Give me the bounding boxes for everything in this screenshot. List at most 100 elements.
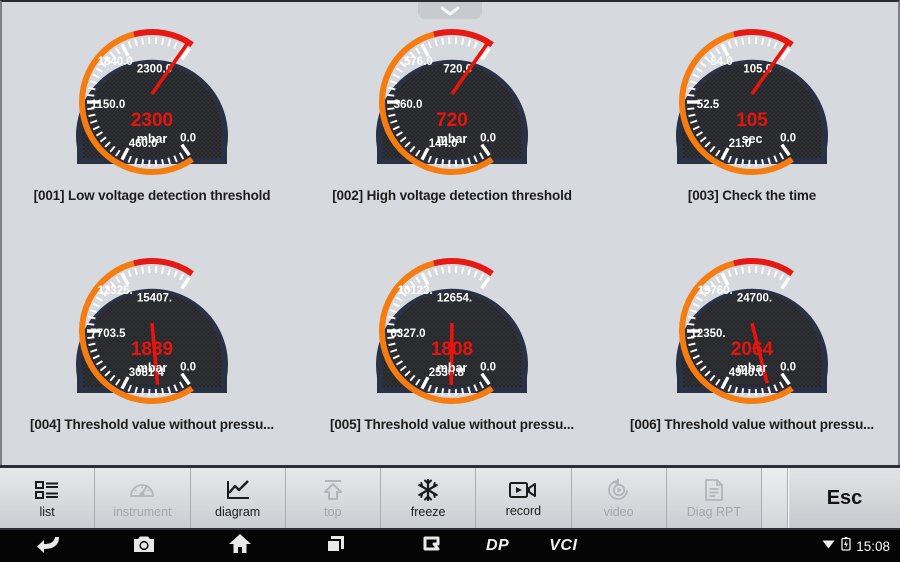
gauge-caption-004: [004] Threshold value without pressu...: [30, 417, 274, 432]
svg-text:105: 105: [736, 110, 768, 131]
svg-text:6327.0: 6327.0: [390, 328, 425, 340]
battery-icon: [841, 536, 851, 556]
vci-indicator: VCI: [549, 530, 577, 562]
toolbar-label: Diag RPT: [686, 504, 741, 519]
svg-text:0.0: 0.0: [480, 132, 496, 144]
gauge-panel: 0.0 460.0 1150.0 1840.0 2300.0 2300 mbar [001]…: [0, 0, 900, 465]
esc-label: Esc: [826, 486, 863, 509]
toolbar-button-list[interactable]: list: [0, 468, 96, 528]
wifi-icon: [821, 537, 836, 555]
gauge-002[interactable]: 0.0 144.0 360.0 576.0 720.0 720 mbar: [357, 6, 547, 186]
toolbar-label: instrument: [113, 504, 172, 519]
snowflake-icon: [416, 478, 440, 502]
toolbar-label: record: [505, 503, 542, 518]
recents-icon: [325, 534, 347, 559]
toolbar-button-diag-rpt: Diag RPT: [666, 468, 762, 528]
gauge-001[interactable]: 0.0 460.0 1150.0 1840.0 2300.0 2300 mbar: [57, 6, 247, 186]
toolbar-label: list: [39, 504, 55, 519]
toolbar-button-top: top: [285, 468, 381, 528]
gauge-004[interactable]: 0.0 3081.4 7703.5 12325. 15407. 1839 mbar: [57, 235, 247, 415]
replay-icon: [606, 478, 632, 502]
svg-text:52.5: 52.5: [697, 99, 720, 111]
svg-text:19760.: 19760.: [698, 285, 733, 297]
gauge-caption-003: [003] Check the time: [687, 188, 817, 203]
toolbar-button-video: video: [571, 468, 667, 528]
brand-logo-text: DP: [486, 537, 510, 554]
arrow-up-icon: [321, 478, 345, 502]
svg-text:mbar: mbar: [137, 361, 168, 375]
chevron-down-icon: [439, 6, 461, 16]
camcorder-icon: [508, 479, 538, 501]
svg-text:15407.: 15407.: [137, 293, 172, 305]
gauge-cell-004[interactable]: 0.0 3081.4 7703.5 12325. 15407. 1839 mbar [004…: [2, 235, 302, 464]
gauge-cell-003[interactable]: 0.0 21.0 52.5 84.0 105.0 105 sec [003] Check t…: [602, 6, 900, 235]
gauge-cell-001[interactable]: 0.0 460.0 1150.0 1840.0 2300.0 2300 mbar [001]…: [2, 6, 302, 235]
svg-text:12350.: 12350.: [690, 328, 725, 340]
gauge-003[interactable]: 0.0 21.0 52.5 84.0 105.0 105 sec: [657, 6, 847, 186]
document-icon: [703, 478, 725, 502]
nav-recents-button[interactable]: [288, 530, 384, 562]
svg-text:sec: sec: [742, 132, 763, 146]
svg-text:mbar: mbar: [137, 132, 168, 146]
bottom-toolbar: list instrument diagram top freeze recor…: [0, 465, 900, 530]
gauge-caption-002: [002] High voltage detection threshold: [332, 188, 572, 203]
diagnostic-app-window: 0.0 460.0 1150.0 1840.0 2300.0 2300 mbar [001]…: [0, 0, 900, 562]
gauge-005[interactable]: 0.0 2530.8 6327.0 10123. 12654. 1808 mbar: [357, 235, 547, 415]
svg-text:10123.: 10123.: [398, 285, 433, 297]
gauge-cell-005[interactable]: 0.0 2530.8 6327.0 10123. 12654. 1808 mbar [005…: [302, 235, 602, 464]
toolbar-spacer: [762, 468, 788, 528]
svg-text:12325.: 12325.: [98, 285, 133, 297]
svg-text:720: 720: [436, 110, 468, 131]
gauge-cell-002[interactable]: 0.0 144.0 360.0 576.0 720.0 720 mbar [002] Hig…: [302, 6, 602, 235]
svg-text:mbar: mbar: [437, 132, 468, 146]
pull-down-handle[interactable]: [418, 2, 482, 19]
back-icon: [35, 534, 61, 559]
svg-text:360.0: 360.0: [394, 99, 423, 111]
nav-rotate-button[interactable]: [384, 530, 480, 562]
nav-back-button[interactable]: [0, 530, 96, 562]
svg-text:1839: 1839: [131, 339, 173, 360]
clock-label: 15:08: [856, 538, 890, 554]
toolbar-label: top: [324, 504, 342, 519]
rotate-icon: [421, 535, 443, 558]
gauge-caption-005: [005] Threshold value without pressu...: [330, 417, 574, 432]
svg-text:0.0: 0.0: [180, 132, 196, 144]
gauge-icon: [128, 478, 156, 502]
android-navigation-bar: DP VCI 15:08: [0, 530, 900, 562]
svg-text:2300: 2300: [131, 110, 173, 131]
svg-text:1150.0: 1150.0: [91, 99, 126, 111]
toolbar-button-instrument: instrument: [95, 468, 191, 528]
chart-icon: [225, 478, 251, 502]
toolbar-label: diagram: [215, 504, 261, 519]
svg-text:24700.: 24700.: [737, 293, 772, 305]
svg-text:mbar: mbar: [437, 361, 468, 375]
svg-text:1840.0: 1840.0: [98, 56, 133, 68]
gauge-caption-001: [001] Low voltage detection threshold: [33, 188, 271, 203]
svg-text:mbar: mbar: [737, 361, 768, 375]
nav-camera-button[interactable]: [96, 530, 192, 562]
svg-text:0.0: 0.0: [780, 132, 796, 144]
svg-text:7703.5: 7703.5: [90, 328, 126, 340]
toolbar-button-freeze[interactable]: freeze: [381, 468, 477, 528]
toolbar-label: freeze: [410, 504, 446, 519]
svg-text:2064: 2064: [731, 339, 774, 360]
status-tray: 15:08: [821, 536, 900, 556]
list-icon: [34, 478, 60, 502]
svg-text:0.0: 0.0: [780, 361, 796, 373]
vci-label: VCI: [549, 537, 578, 554]
svg-text:0.0: 0.0: [480, 361, 496, 373]
gauge-006[interactable]: 0.0 4940.0 12350. 19760. 24700. 2064 mbar: [657, 235, 847, 415]
toolbar-button-record[interactable]: record: [476, 468, 572, 528]
brand-logo: DP: [486, 530, 509, 562]
nav-home-button[interactable]: [192, 530, 288, 562]
svg-text:576.0: 576.0: [404, 56, 433, 68]
svg-text:0.0: 0.0: [180, 361, 196, 373]
toolbar-label: video: [603, 504, 634, 519]
gauge-grid: 0.0 460.0 1150.0 1840.0 2300.0 2300 mbar [001]…: [2, 6, 900, 464]
gauge-cell-006[interactable]: 0.0 4940.0 12350. 19760. 24700. 2064 mbar [006…: [602, 235, 900, 464]
toolbar-button-diagram[interactable]: diagram: [190, 468, 286, 528]
svg-text:1808: 1808: [431, 339, 473, 360]
home-icon: [228, 533, 252, 559]
svg-text:12654.: 12654.: [437, 293, 472, 305]
esc-button[interactable]: Esc: [788, 468, 900, 528]
